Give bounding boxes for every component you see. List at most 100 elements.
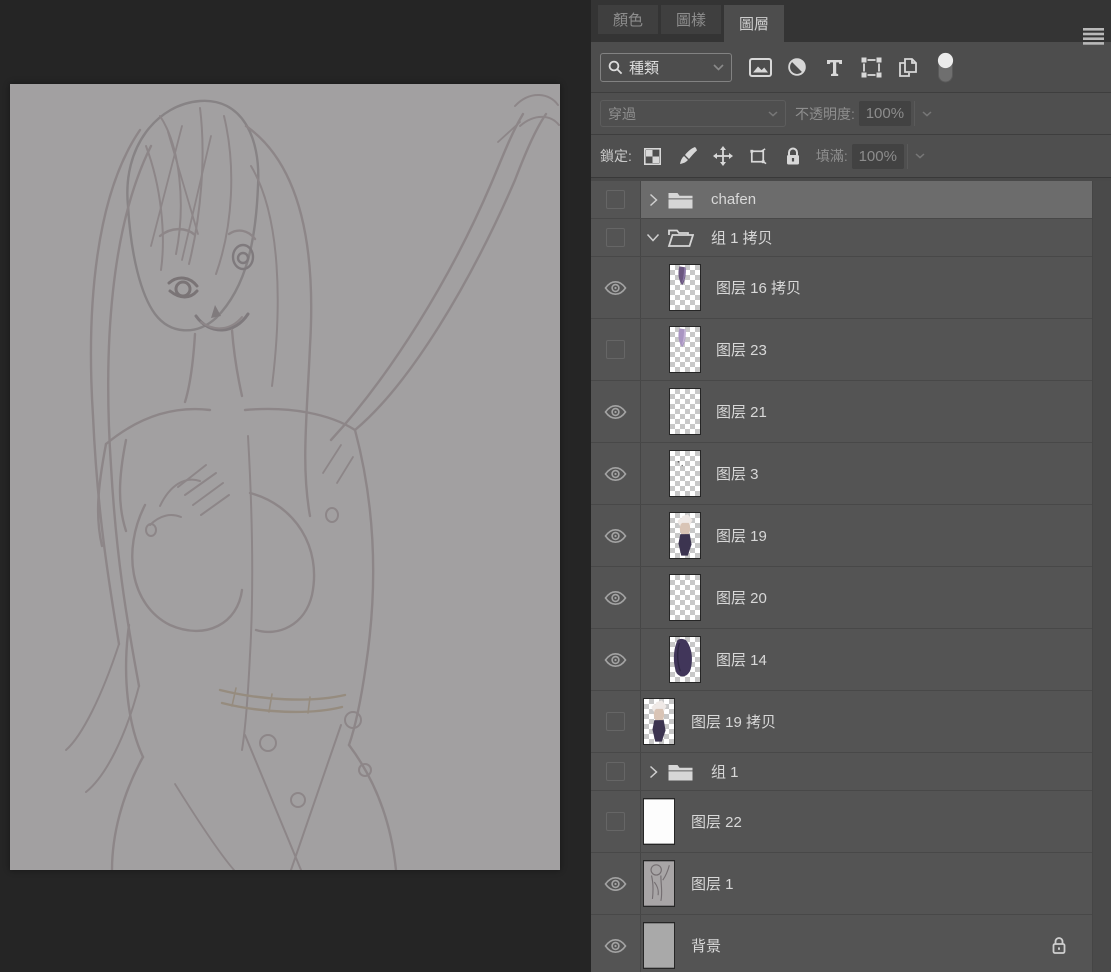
visibility-toggle[interactable] xyxy=(591,853,641,914)
layer-name[interactable]: 图层 1 xyxy=(691,873,734,894)
layer-row-content[interactable]: 图层 16 拷贝 xyxy=(641,257,1093,318)
layer-name[interactable]: 图层 23 xyxy=(716,339,767,360)
visibility-toggle[interactable] xyxy=(591,791,641,852)
group-row[interactable]: chafen xyxy=(591,181,1093,219)
group-disclosure-triangle[interactable] xyxy=(646,765,660,779)
tab-patterns[interactable]: 圖樣 xyxy=(661,5,721,34)
layer-name[interactable]: 图层 22 xyxy=(691,811,742,832)
visibility-toggle[interactable] xyxy=(591,381,641,442)
visibility-toggle[interactable] xyxy=(591,219,641,256)
visibility-toggle[interactable] xyxy=(591,629,641,690)
lock-all-icon[interactable] xyxy=(783,144,803,168)
layer-thumbnail[interactable] xyxy=(669,574,701,621)
layer-row[interactable]: 图层 22 xyxy=(591,791,1093,853)
layer-row-content[interactable]: 图层 21 xyxy=(641,381,1093,442)
layer-row[interactable]: 图层 23 xyxy=(591,319,1093,381)
layer-row[interactable]: 图层 3 xyxy=(591,443,1093,505)
group-row[interactable]: 组 1 xyxy=(591,753,1093,791)
layer-row[interactable]: 图层 19 拷贝 xyxy=(591,691,1093,753)
layer-name[interactable]: 图层 19 拷贝 xyxy=(691,711,776,732)
type-layer-filter-icon[interactable] xyxy=(822,50,846,84)
pixel-layer-filter-icon[interactable] xyxy=(748,50,772,84)
opacity-input[interactable]: 100% xyxy=(859,101,911,126)
visibility-toggle[interactable] xyxy=(591,753,641,790)
shape-layer-filter-icon[interactable] xyxy=(859,50,883,84)
layer-row-content[interactable]: 图层 19 xyxy=(641,505,1093,566)
layer-thumbnail[interactable] xyxy=(669,512,701,559)
group-row[interactable]: 组 1 拷贝 xyxy=(591,219,1093,257)
layer-thumbnail[interactable] xyxy=(643,798,675,845)
visibility-toggle[interactable] xyxy=(591,319,641,380)
visibility-toggle[interactable] xyxy=(591,691,641,752)
lock-icon xyxy=(1051,936,1067,955)
layer-filter-toggle[interactable] xyxy=(933,50,957,84)
group-disclosure-triangle[interactable] xyxy=(646,233,660,242)
layer-row[interactable]: 图层 16 拷贝 xyxy=(591,257,1093,319)
layer-thumbnail[interactable] xyxy=(669,636,701,683)
visibility-toggle[interactable] xyxy=(591,443,641,504)
hidden-visibility-well xyxy=(606,712,625,731)
filter-kind-select[interactable]: 種類 xyxy=(600,53,732,82)
layer-name[interactable]: 图层 20 xyxy=(716,587,767,608)
visibility-toggle[interactable] xyxy=(591,505,641,566)
layer-name[interactable]: 图层 19 xyxy=(716,525,767,546)
group-disclosure-triangle[interactable] xyxy=(646,193,660,207)
layer-row-content[interactable]: 图层 20 xyxy=(641,567,1093,628)
layer-row-content[interactable]: 图层 14 xyxy=(641,629,1093,690)
document-canvas[interactable] xyxy=(10,84,560,870)
opacity-dropdown-button[interactable] xyxy=(914,101,939,126)
lock-position-icon[interactable] xyxy=(713,144,733,168)
layer-row-content[interactable]: chafen xyxy=(641,181,1093,218)
blend-mode-select[interactable]: 穿過 xyxy=(600,100,786,127)
layer-thumbnail[interactable] xyxy=(669,264,701,311)
layer-name[interactable]: 组 1 xyxy=(711,761,739,782)
layer-row-content[interactable]: 图层 1 xyxy=(641,853,1093,914)
layer-name[interactable]: 背景 xyxy=(691,935,721,956)
layer-row[interactable]: 图层 14 xyxy=(591,629,1093,691)
layer-name[interactable]: 图层 14 xyxy=(716,649,767,670)
layer-name[interactable]: 组 1 拷贝 xyxy=(711,227,773,248)
visibility-toggle[interactable] xyxy=(591,257,641,318)
layer-row[interactable]: 图层 21 xyxy=(591,381,1093,443)
panel-menu-button[interactable] xyxy=(1081,26,1105,46)
layer-filter-row: 種類 xyxy=(591,42,1111,93)
lock-artboard-icon[interactable] xyxy=(748,144,768,168)
lock-transparency-icon[interactable] xyxy=(643,144,663,168)
adjustment-layer-filter-icon[interactable] xyxy=(785,50,809,84)
layer-row-content[interactable]: 图层 3 xyxy=(641,443,1093,504)
chevron-down-icon xyxy=(646,233,660,242)
layer-row-content[interactable]: 图层 23 xyxy=(641,319,1093,380)
layer-row[interactable]: 图层 19 xyxy=(591,505,1093,567)
tab-color[interactable]: 顏色 xyxy=(598,5,658,34)
layer-thumbnail[interactable] xyxy=(643,860,675,907)
layer-row-content[interactable]: 背景 xyxy=(641,915,1093,972)
scrollbar-gutter[interactable] xyxy=(1092,181,1111,972)
tab-layers[interactable]: 圖層 xyxy=(724,5,784,42)
layer-thumbnail[interactable] xyxy=(669,388,701,435)
layer-row-content[interactable]: 组 1 拷贝 xyxy=(641,219,1093,256)
smart-object-filter-icon[interactable] xyxy=(896,50,920,84)
layer-row-content[interactable]: 图层 19 拷贝 xyxy=(641,691,1093,752)
layer-row[interactable]: 图层 1 xyxy=(591,853,1093,915)
layer-thumbnail[interactable] xyxy=(643,698,675,745)
layer-thumbnail[interactable] xyxy=(643,922,675,969)
visibility-toggle[interactable] xyxy=(591,567,641,628)
layer-name[interactable]: 图层 3 xyxy=(716,463,759,484)
layer-row-content[interactable]: 图层 22 xyxy=(641,791,1093,852)
layer-thumbnail[interactable] xyxy=(669,450,701,497)
fill-dropdown-button[interactable] xyxy=(907,144,932,169)
layer-row[interactable]: 图层 20 xyxy=(591,567,1093,629)
canvas-area xyxy=(0,0,591,972)
layer-thumbnail[interactable] xyxy=(669,326,701,373)
layer-row-content[interactable]: 组 1 xyxy=(641,753,1093,790)
layer-name[interactable]: 图层 21 xyxy=(716,401,767,422)
folder-open-icon xyxy=(667,227,694,248)
visibility-toggle[interactable] xyxy=(591,915,641,972)
chevron-down-icon xyxy=(713,64,724,71)
lock-pixels-icon[interactable] xyxy=(678,144,698,168)
visibility-toggle[interactable] xyxy=(591,181,641,218)
layer-name[interactable]: chafen xyxy=(711,191,756,208)
layer-name[interactable]: 图层 16 拷贝 xyxy=(716,277,801,298)
fill-input[interactable]: 100% xyxy=(852,144,904,169)
layer-row[interactable]: 背景 xyxy=(591,915,1093,972)
